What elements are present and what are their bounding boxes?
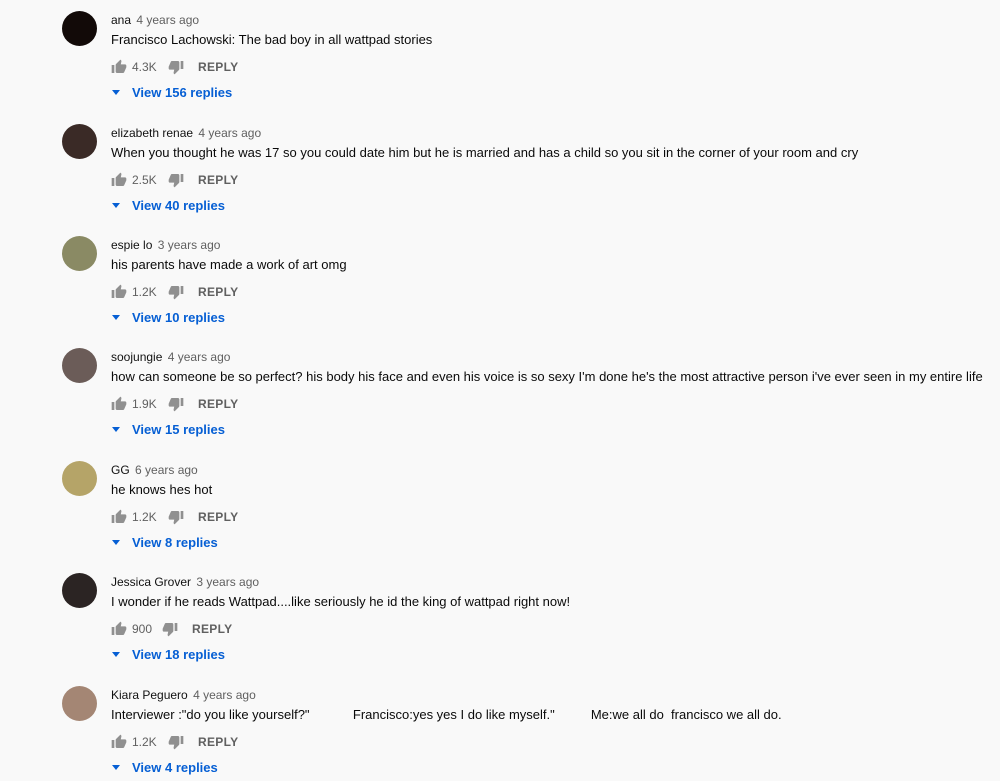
like-count: 1.2K [132, 735, 157, 749]
author-name[interactable]: Jessica Grover [111, 575, 191, 589]
comment-text: how can someone be so perfect? his body … [111, 369, 983, 384]
like-count: 1.2K [132, 510, 157, 524]
comment-time[interactable]: 3 years ago [158, 238, 221, 252]
avatar[interactable] [62, 11, 97, 46]
comment-actions: 1.2K REPLY [111, 507, 238, 527]
thumbs-down-icon[interactable] [168, 396, 184, 412]
thumbs-up-icon[interactable] [111, 396, 127, 412]
comment-time[interactable]: 6 years ago [135, 463, 198, 477]
thumbs-up-icon[interactable] [111, 172, 127, 188]
thumbs-up-icon[interactable] [111, 284, 127, 300]
view-replies-button[interactable]: View 8 replies [111, 533, 218, 551]
caret-down-icon [112, 764, 120, 770]
comment-thread: Jessica Grover 3 years ago I wonder if he… [0, 562, 1000, 674]
author-name[interactable]: ana [111, 13, 131, 27]
comment-text: Francisco Lachowski: The bad boy in all … [111, 32, 433, 47]
like-count: 2.5K [132, 173, 157, 187]
view-replies-button[interactable]: View 18 replies [111, 645, 225, 663]
comment-actions: 900 REPLY [111, 619, 232, 639]
caret-down-icon [112, 651, 120, 657]
view-replies-label: View 10 replies [132, 309, 225, 325]
author-name[interactable]: elizabeth renae [111, 126, 193, 140]
view-replies-button[interactable]: View 4 replies [111, 758, 218, 776]
comment-time[interactable]: 4 years ago [168, 350, 231, 364]
avatar[interactable] [62, 124, 97, 159]
view-replies-label: View 18 replies [132, 646, 225, 662]
caret-down-icon [112, 426, 120, 432]
comment-actions: 2.5K REPLY [111, 170, 238, 190]
reply-button[interactable]: REPLY [198, 510, 238, 524]
avatar[interactable] [62, 461, 97, 496]
view-replies-label: View 40 replies [132, 197, 225, 213]
comment-thread: soojungie 4 years ago how can someone be … [0, 337, 1000, 449]
thumbs-up-icon[interactable] [111, 59, 127, 75]
author-name[interactable]: espie lo [111, 238, 152, 252]
comment-actions: 4.3K REPLY [111, 57, 238, 77]
comment-text: he knows hes hot [111, 482, 213, 497]
comment-text: his parents have made a work of art omg [111, 257, 347, 272]
comment-time[interactable]: 4 years ago [193, 688, 256, 702]
reply-button[interactable]: REPLY [198, 735, 238, 749]
comment-actions: 1.2K REPLY [111, 732, 238, 752]
comment-text: I wonder if he reads Wattpad....like ser… [111, 594, 571, 609]
comment-time[interactable]: 3 years ago [196, 575, 259, 589]
avatar[interactable] [62, 236, 97, 271]
caret-down-icon [112, 202, 120, 208]
view-replies-button[interactable]: View 40 replies [111, 196, 225, 214]
comment-time[interactable]: 4 years ago [198, 126, 261, 140]
comment-header: Jessica Grover 3 years ago [111, 575, 259, 589]
comment-thread: GG 6 years ago he knows hes hot 1.2K REPLY V… [0, 450, 1000, 562]
author-name[interactable]: GG [111, 463, 130, 477]
thumbs-down-icon[interactable] [168, 509, 184, 525]
comment-thread: espie lo 3 years ago his parents have mad… [0, 225, 1000, 337]
avatar[interactable] [62, 686, 97, 721]
thumbs-up-icon[interactable] [111, 621, 127, 637]
comment-header: Kiara Peguero 4 years ago [111, 688, 256, 702]
reply-button[interactable]: REPLY [192, 622, 232, 636]
view-replies-button[interactable]: View 10 replies [111, 308, 225, 326]
comment-thread: ana 4 years ago Francisco Lachowski: The … [0, 0, 1000, 112]
comment-header: soojungie 4 years ago [111, 350, 230, 364]
author-name[interactable]: soojungie [111, 350, 162, 364]
reply-button[interactable]: REPLY [198, 173, 238, 187]
view-replies-label: View 15 replies [132, 421, 225, 437]
avatar[interactable] [62, 348, 97, 383]
caret-down-icon [112, 89, 120, 95]
reply-button[interactable]: REPLY [198, 285, 238, 299]
thumbs-up-icon[interactable] [111, 509, 127, 525]
comment-thread: Kiara Peguero 4 years ago Interviewer :"d… [0, 675, 1000, 781]
view-replies-button[interactable]: View 15 replies [111, 420, 225, 438]
reply-button[interactable]: REPLY [198, 60, 238, 74]
view-replies-label: View 156 replies [132, 84, 233, 100]
like-count: 1.2K [132, 285, 157, 299]
reply-button[interactable]: REPLY [198, 397, 238, 411]
comment-actions: 1.9K REPLY [111, 394, 238, 414]
like-count: 4.3K [132, 60, 157, 74]
comment-text: When you thought he was 17 so you could … [111, 145, 859, 160]
comment-header: elizabeth renae 4 years ago [111, 126, 261, 140]
like-count: 1.9K [132, 397, 157, 411]
thumbs-down-icon[interactable] [168, 172, 184, 188]
thumbs-down-icon[interactable] [168, 59, 184, 75]
thumbs-up-icon[interactable] [111, 734, 127, 750]
like-count: 900 [132, 622, 153, 636]
comment-text: Interviewer :"do you like yourself?" Fra… [111, 707, 782, 722]
comment-header: espie lo 3 years ago [111, 238, 220, 252]
comment-header: ana 4 years ago [111, 13, 199, 27]
caret-down-icon [112, 314, 120, 320]
comment-actions: 1.2K REPLY [111, 282, 238, 302]
comments-list: ana 4 years ago Francisco Lachowski: The … [0, 0, 1000, 781]
thumbs-down-icon[interactable] [168, 734, 184, 750]
caret-down-icon [112, 539, 120, 545]
thumbs-down-icon[interactable] [168, 284, 184, 300]
author-name[interactable]: Kiara Peguero [111, 688, 188, 702]
comment-time[interactable]: 4 years ago [136, 13, 199, 27]
comment-thread: elizabeth renae 4 years ago When you thou… [0, 113, 1000, 225]
view-replies-label: View 4 replies [132, 759, 218, 775]
thumbs-down-icon[interactable] [162, 621, 178, 637]
comment-header: GG 6 years ago [111, 463, 198, 477]
view-replies-button[interactable]: View 156 replies [111, 83, 232, 101]
view-replies-label: View 8 replies [132, 534, 218, 550]
avatar[interactable] [62, 573, 97, 608]
